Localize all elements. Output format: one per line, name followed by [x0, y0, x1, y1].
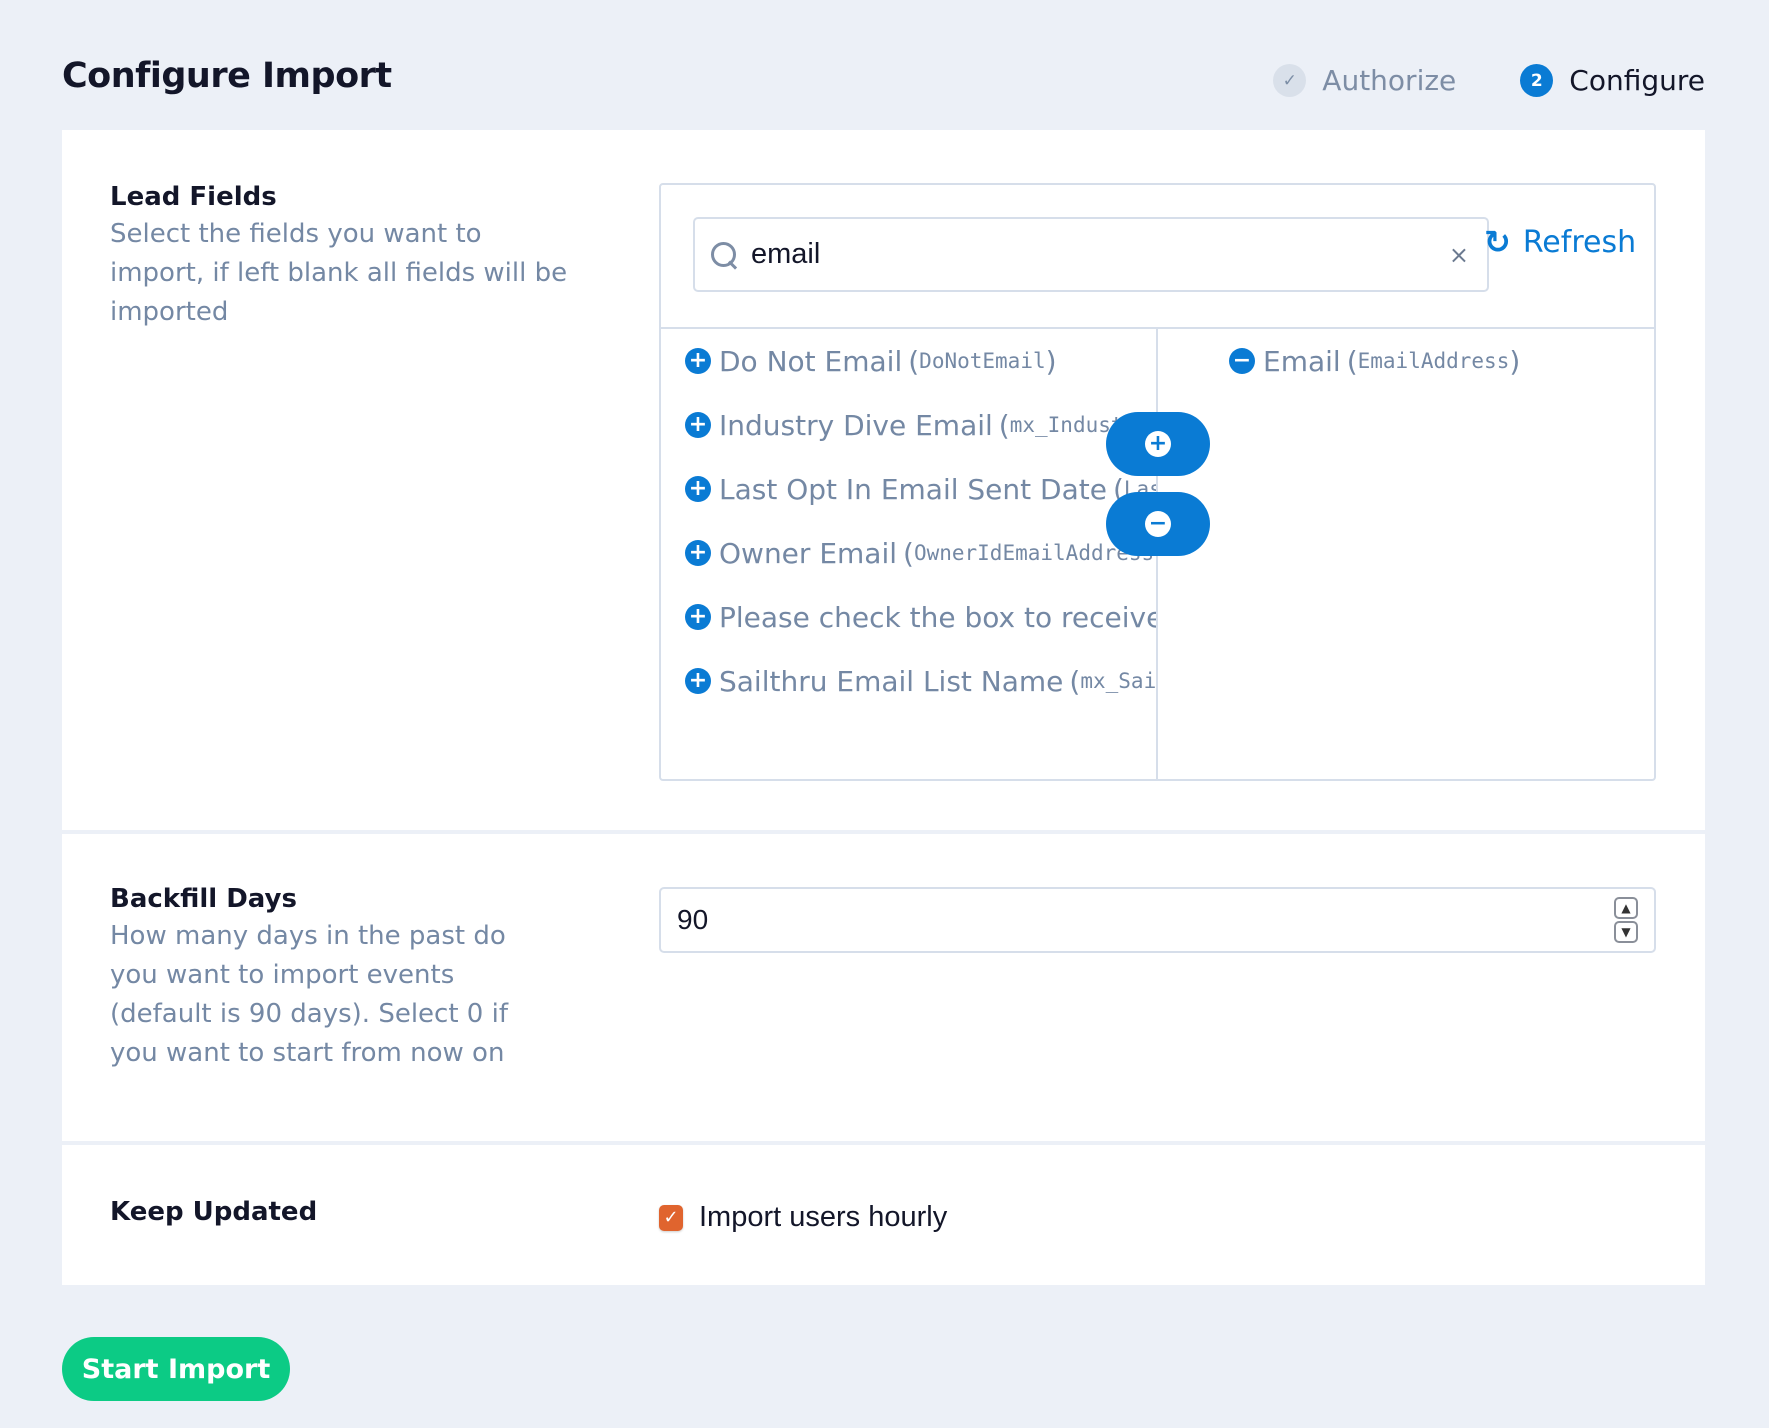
field-name: Industry Dive Email: [719, 408, 993, 442]
field-key: mx_Sailth: [1080, 669, 1156, 693]
add-icon: +: [685, 348, 711, 374]
add-selected-button[interactable]: +: [1106, 412, 1210, 476]
step-configure[interactable]: 2 Configure: [1520, 64, 1705, 97]
field-key: EmailAddress: [1357, 349, 1510, 373]
available-field-item[interactable]: + Sailthru Email List Name(mx_Sailth: [661, 649, 1156, 713]
stepper: ✓ Authorize 2 Configure: [1273, 64, 1705, 97]
paren-open: (: [903, 536, 914, 570]
add-icon: +: [685, 476, 711, 502]
step-label: Configure: [1569, 64, 1705, 97]
checkbox-label: Import users hourly: [699, 1201, 948, 1233]
check-icon: ✓: [1273, 64, 1307, 97]
search-field[interactable]: ×: [693, 217, 1489, 292]
refresh-icon: ↻: [1484, 223, 1511, 261]
section-title: Lead Fields: [110, 182, 277, 212]
available-field-item[interactable]: + Industry Dive Email(mx_Industr: [661, 393, 1156, 457]
step-authorize[interactable]: ✓ Authorize: [1273, 64, 1456, 97]
step-number-badge: 2: [1520, 64, 1554, 97]
clear-search-icon[interactable]: ×: [1449, 241, 1469, 269]
paren-open: (: [1069, 664, 1081, 698]
backfill-days-field[interactable]: ▲ ▼: [659, 887, 1656, 953]
add-icon: +: [1145, 431, 1171, 457]
add-icon: +: [685, 668, 711, 694]
page-title: Configure Import: [62, 56, 392, 96]
paren-open: (: [998, 408, 1010, 442]
remove-icon: −: [1145, 511, 1171, 537]
available-field-item[interactable]: + Do Not Email(DoNotEmail): [661, 329, 1156, 393]
section-title: Backfill Days: [110, 884, 297, 914]
refresh-button[interactable]: ↻ Refresh: [1484, 223, 1636, 261]
field-name: Do Not Email: [719, 344, 903, 378]
paren-open: (: [1346, 344, 1358, 378]
available-fields-list: + Do Not Email(DoNotEmail) + Industry Di…: [661, 329, 1156, 713]
backfill-days-section: Backfill Days How many days in the past …: [62, 834, 1705, 1145]
section-description: Select the fields you want to import, if…: [110, 219, 568, 328]
search-icon: [709, 240, 739, 270]
keep-updated-section: Keep Updated ✓ Import users hourly: [62, 1145, 1705, 1285]
field-key: DoNotEmail: [919, 349, 1046, 373]
search-input[interactable]: [751, 238, 1449, 271]
selected-field-item[interactable]: − Email(EmailAddress): [1158, 329, 1654, 393]
configure-import-page: Configure Import ✓ Authorize 2 Configure…: [0, 0, 1769, 1428]
increment-icon[interactable]: ▲: [1614, 897, 1638, 919]
selected-fields-list: − Email(EmailAddress): [1158, 329, 1654, 393]
section-title: Keep Updated: [110, 1197, 318, 1227]
checkbox-checked-icon[interactable]: ✓: [659, 1204, 683, 1231]
start-import-button[interactable]: Start Import: [62, 1337, 290, 1401]
field-name: Owner Email: [719, 536, 898, 570]
field-name: Please check the box to receive occ: [719, 600, 1156, 634]
backfill-days-input[interactable]: [677, 904, 1614, 936]
step-label: Authorize: [1322, 64, 1457, 97]
config-card: Lead Fields Select the fields you want t…: [62, 130, 1705, 1285]
field-name: Email: [1263, 344, 1341, 378]
paren-close: ): [1045, 344, 1057, 378]
field-transfer-list: × ↻ Refresh + Do Not Email(DoNotEmail) +…: [659, 183, 1656, 781]
available-field-item[interactable]: + Owner Email(OwnerIdEmailAddress): [661, 521, 1156, 585]
paren-open: (: [908, 344, 920, 378]
remove-selected-button[interactable]: −: [1106, 492, 1210, 556]
lead-fields-section: Lead Fields Select the fields you want t…: [62, 130, 1705, 834]
add-icon: +: [685, 412, 711, 438]
field-name: Last Opt In Email Sent Date: [719, 472, 1107, 506]
add-icon: +: [685, 540, 711, 566]
remove-icon: −: [1229, 348, 1255, 374]
field-name: Sailthru Email List Name: [719, 664, 1064, 698]
available-field-item[interactable]: + Last Opt In Email Sent Date(LastOp: [661, 457, 1156, 521]
decrement-icon[interactable]: ▼: [1614, 921, 1638, 943]
refresh-label: Refresh: [1522, 224, 1637, 260]
number-spinner: ▲ ▼: [1614, 897, 1638, 943]
add-icon: +: [685, 604, 711, 630]
import-hourly-checkbox-row[interactable]: ✓ Import users hourly: [659, 1201, 947, 1234]
section-description: How many days in the past do you want to…: [110, 921, 508, 1069]
available-field-item[interactable]: + Please check the box to receive occ: [661, 585, 1156, 649]
paren-close: ): [1509, 344, 1521, 378]
